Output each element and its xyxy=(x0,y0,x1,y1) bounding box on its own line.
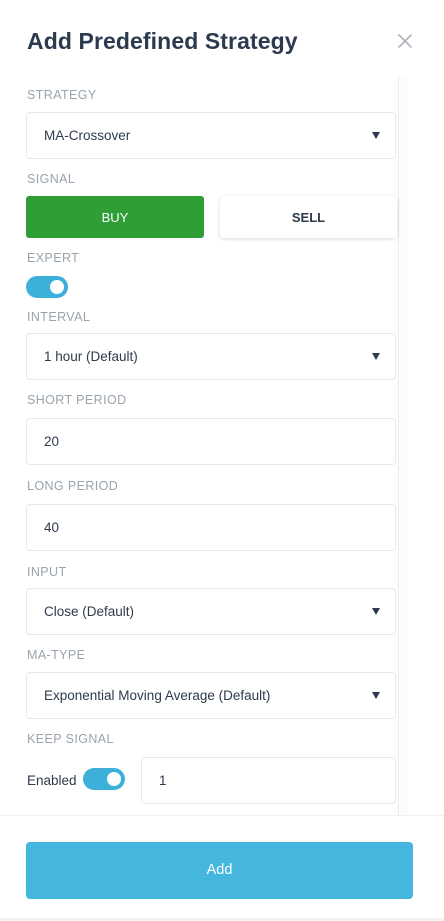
input-label: INPUT xyxy=(27,565,67,579)
input-select[interactable]: Close (Default) xyxy=(26,588,396,635)
caret-down-icon xyxy=(372,692,380,699)
toggle-knob xyxy=(107,772,121,786)
short-period-label: SHORT PERIOD xyxy=(27,393,127,407)
buy-label: BUY xyxy=(101,210,129,225)
short-period-value: 20 xyxy=(44,434,60,449)
ma-type-label: MA-TYPE xyxy=(27,648,86,662)
expert-toggle[interactable] xyxy=(26,276,68,298)
caret-down-icon xyxy=(372,353,380,360)
keep-signal-enabled-label: Enabled xyxy=(27,773,77,788)
scrollbar[interactable] xyxy=(398,76,408,816)
keep-signal-label: KEEP SIGNAL xyxy=(27,732,114,746)
interval-value: 1 hour (Default) xyxy=(44,349,138,364)
keep-signal-toggle[interactable] xyxy=(83,768,125,790)
strategy-value: MA-Crossover xyxy=(44,128,131,143)
footer-divider xyxy=(0,815,444,816)
keep-signal-value: 1 xyxy=(159,773,167,788)
close-icon[interactable] xyxy=(394,30,416,52)
signal-label: SIGNAL xyxy=(27,172,76,186)
signal-buy-button[interactable]: BUY xyxy=(26,196,204,238)
interval-select[interactable]: 1 hour (Default) xyxy=(26,333,396,380)
toggle-knob xyxy=(50,280,64,294)
sell-label: SELL xyxy=(291,210,326,225)
add-button-label: Add xyxy=(206,862,233,878)
long-period-label: LONG PERIOD xyxy=(27,479,119,493)
short-period-input[interactable]: 20 xyxy=(26,418,396,465)
long-period-input[interactable]: 40 xyxy=(26,504,396,551)
add-button[interactable]: Add xyxy=(26,842,413,899)
expert-label: EXPERT xyxy=(27,251,80,265)
caret-down-icon xyxy=(372,608,380,615)
ma-type-value: Exponential Moving Average (Default) xyxy=(44,688,271,703)
strategy-select[interactable]: MA-Crossover xyxy=(26,112,396,159)
caret-down-icon xyxy=(372,132,380,139)
ma-type-select[interactable]: Exponential Moving Average (Default) xyxy=(26,672,396,719)
interval-label: INTERVAL xyxy=(27,310,91,324)
signal-sell-button[interactable]: SELL xyxy=(220,196,397,238)
input-value: Close (Default) xyxy=(44,604,135,619)
dialog-title: Add Predefined Strategy xyxy=(27,28,298,54)
keep-signal-input[interactable]: 1 xyxy=(141,757,396,804)
dialog-header: Add Predefined Strategy xyxy=(0,0,444,76)
strategy-label: STRATEGY xyxy=(27,88,97,102)
long-period-value: 40 xyxy=(44,520,60,535)
